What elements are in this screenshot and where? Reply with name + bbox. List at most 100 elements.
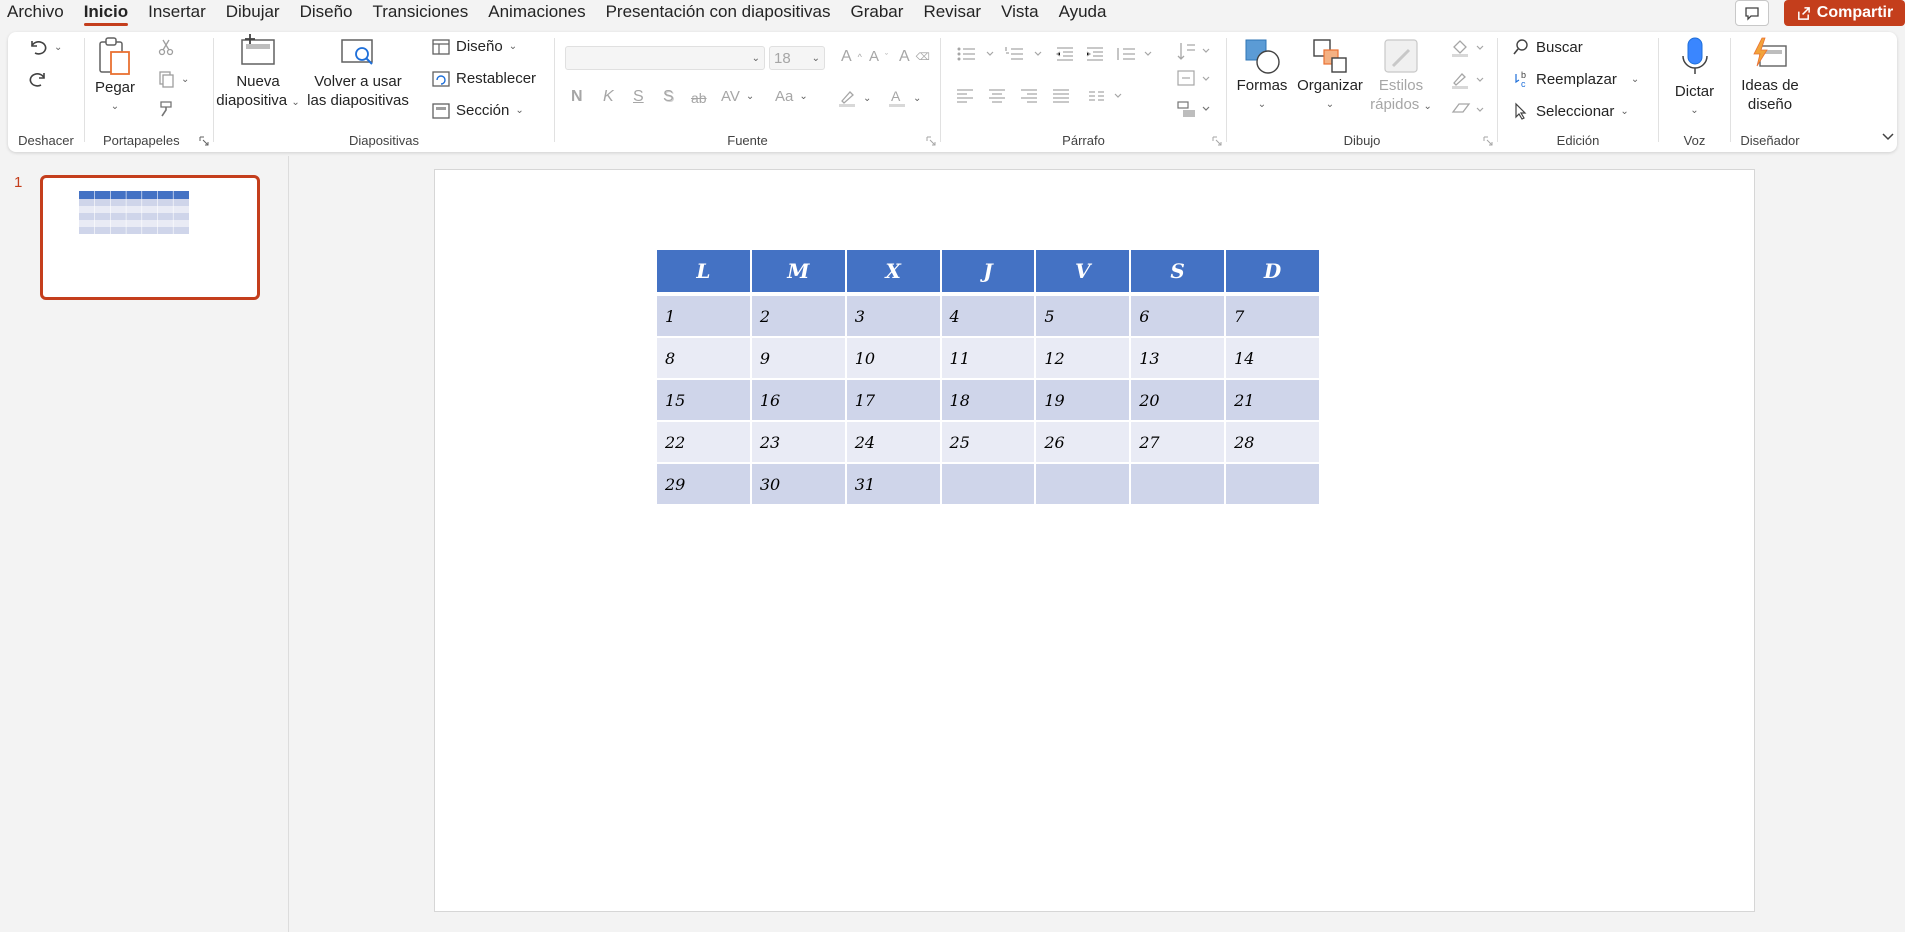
- table-cell[interactable]: 25: [939, 420, 1037, 464]
- shape-effects-icon[interactable]: [1449, 100, 1489, 120]
- table-cell[interactable]: 29: [655, 462, 752, 506]
- tab-archivo[interactable]: Archivo: [0, 0, 74, 28]
- grow-font-icon[interactable]: A ^: [841, 48, 862, 66]
- format-painter-button[interactable]: [157, 100, 175, 118]
- bold-button[interactable]: N: [571, 88, 583, 106]
- table-cell[interactable]: 14: [1224, 336, 1321, 380]
- select-button[interactable]: Seleccionar ⌄: [1512, 102, 1629, 120]
- change-case-button[interactable]: Aa ⌄: [775, 88, 808, 105]
- table-cell[interactable]: 5: [1034, 292, 1132, 338]
- dialog-launcher-icon[interactable]: [1212, 136, 1222, 146]
- dialog-launcher-icon[interactable]: [1483, 136, 1493, 146]
- tab-ayuda[interactable]: Ayuda: [1049, 0, 1117, 28]
- tab-insertar[interactable]: Insertar: [138, 0, 216, 28]
- day-header[interactable]: S: [1129, 248, 1227, 295]
- table-cell[interactable]: 22: [655, 420, 752, 464]
- strikethrough-button[interactable]: ab: [691, 90, 707, 106]
- replace-button[interactable]: bc Reemplazar ⌄: [1512, 70, 1639, 88]
- table-cell[interactable]: [1034, 462, 1132, 506]
- tab-dibujar[interactable]: Dibujar: [216, 0, 290, 28]
- share-button[interactable]: Compartir: [1784, 0, 1905, 26]
- day-header[interactable]: L: [655, 248, 752, 295]
- text-direction-icon[interactable]: [1175, 40, 1215, 62]
- tab-diseno[interactable]: Diseño: [290, 0, 363, 28]
- tab-presentacion[interactable]: Presentación con diapositivas: [596, 0, 841, 28]
- table-cell[interactable]: 8: [655, 336, 752, 380]
- quick-styles-button[interactable]: Estilos rápidos ⌄: [1367, 36, 1435, 116]
- shape-fill-icon[interactable]: [1449, 38, 1489, 58]
- columns-icon[interactable]: [1087, 88, 1127, 104]
- undo-button[interactable]: ⌄: [28, 38, 62, 56]
- dialog-launcher-icon[interactable]: [926, 136, 936, 146]
- font-color-button[interactable]: A ⌄: [887, 88, 921, 108]
- reset-button[interactable]: Restablecer: [432, 70, 536, 87]
- numbering-icon[interactable]: [1005, 46, 1045, 62]
- clear-format-icon[interactable]: A ⌫: [899, 48, 930, 66]
- highlight-button[interactable]: ⌄: [837, 88, 871, 108]
- line-spacing-icon[interactable]: [1115, 46, 1155, 62]
- table-cell[interactable]: 3: [844, 292, 942, 338]
- smartart-icon[interactable]: [1175, 98, 1215, 120]
- day-header[interactable]: V: [1034, 248, 1132, 295]
- tab-animaciones[interactable]: Animaciones: [478, 0, 595, 28]
- table-cell[interactable]: 6: [1129, 292, 1227, 338]
- chevron-down-icon[interactable]: [1880, 128, 1896, 144]
- find-button[interactable]: Buscar: [1512, 38, 1583, 56]
- table-cell[interactable]: 31: [844, 462, 942, 506]
- table-cell[interactable]: 15: [655, 378, 752, 422]
- table-cell[interactable]: 18: [939, 378, 1037, 422]
- align-left-icon[interactable]: [955, 88, 975, 104]
- table-cell[interactable]: 11: [939, 336, 1037, 380]
- shadow-button[interactable]: S: [663, 88, 674, 106]
- align-text-icon[interactable]: [1175, 68, 1215, 90]
- tab-grabar[interactable]: Grabar: [841, 0, 914, 28]
- section-button[interactable]: Sección ⌄: [432, 102, 524, 119]
- dialog-launcher-icon[interactable]: [199, 136, 209, 146]
- table-cell[interactable]: 7: [1224, 292, 1321, 338]
- day-header[interactable]: J: [939, 248, 1037, 295]
- table-cell[interactable]: 10: [844, 336, 942, 380]
- table-cell[interactable]: 30: [749, 462, 847, 506]
- table-cell[interactable]: 17: [844, 378, 942, 422]
- decrease-indent-icon[interactable]: [1055, 46, 1075, 62]
- table-cell[interactable]: [939, 462, 1037, 506]
- tab-revisar[interactable]: Revisar: [913, 0, 991, 28]
- design-ideas-button[interactable]: Ideas de diseño: [1731, 36, 1809, 114]
- copy-button[interactable]: ⌄: [157, 70, 189, 88]
- italic-button[interactable]: K: [603, 88, 614, 106]
- font-size-select[interactable]: 18 ⌄: [769, 46, 825, 70]
- table-cell[interactable]: [1129, 462, 1227, 506]
- table-cell[interactable]: 27: [1129, 420, 1227, 464]
- calendar-table[interactable]: L M X J V S D 1 2 3 4 5 6 7 8 9 10 11 12…: [655, 248, 1321, 506]
- align-center-icon[interactable]: [987, 88, 1007, 104]
- reuse-slides-button[interactable]: Volver a usar las diapositivas: [306, 32, 410, 110]
- shapes-button[interactable]: Formas ⌄: [1233, 36, 1291, 114]
- align-right-icon[interactable]: [1019, 88, 1039, 104]
- font-name-select[interactable]: ⌄: [565, 46, 765, 70]
- table-cell[interactable]: [1224, 462, 1321, 506]
- slide-thumbnail[interactable]: [40, 175, 260, 300]
- new-slide-button[interactable]: Nueva diapositiva ⌄: [216, 32, 300, 112]
- table-cell[interactable]: 20: [1129, 378, 1227, 422]
- day-header[interactable]: M: [749, 248, 847, 295]
- shrink-font-icon[interactable]: Aˇ: [869, 48, 888, 65]
- increase-indent-icon[interactable]: [1085, 46, 1105, 62]
- tab-inicio[interactable]: Inicio: [74, 0, 138, 28]
- underline-button[interactable]: S: [633, 88, 644, 106]
- table-cell[interactable]: 9: [749, 336, 847, 380]
- cut-button[interactable]: [157, 38, 175, 56]
- tab-vista[interactable]: Vista: [991, 0, 1049, 28]
- table-cell[interactable]: 26: [1034, 420, 1132, 464]
- table-cell[interactable]: 19: [1034, 378, 1132, 422]
- day-header[interactable]: X: [844, 248, 942, 295]
- table-cell[interactable]: 13: [1129, 336, 1227, 380]
- bullets-icon[interactable]: [957, 46, 997, 62]
- shape-outline-icon[interactable]: [1449, 70, 1489, 90]
- slide-canvas[interactable]: L M X J V S D 1 2 3 4 5 6 7 8 9 10 11 12…: [434, 169, 1755, 912]
- layout-button[interactable]: Diseño ⌄: [432, 38, 517, 55]
- table-cell[interactable]: 16: [749, 378, 847, 422]
- table-cell[interactable]: 24: [844, 420, 942, 464]
- table-cell[interactable]: 28: [1224, 420, 1321, 464]
- character-spacing-button[interactable]: AV ⌄: [721, 88, 754, 105]
- paste-button[interactable]: Pegar ⌄: [85, 36, 145, 116]
